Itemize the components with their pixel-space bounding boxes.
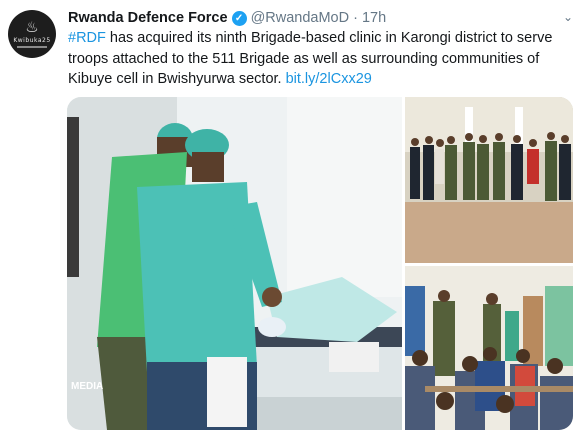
photo-group-officials[interactable] [405,97,573,263]
photo-clinic-treatment[interactable]: MEDIA [67,97,402,430]
tweet-header: Rwanda Defence Force ✓ @RwandaMoD · 17h … [68,8,576,28]
hashtag-link[interactable]: #RDF [68,30,106,46]
author-avatar[interactable]: ♨ Kwibuka25 [8,10,56,58]
separator-dot: · [353,10,358,26]
author-name[interactable]: Rwanda Defence Force [68,10,228,26]
photo-audience-seated[interactable] [405,266,573,430]
avatar-divider [17,45,47,48]
tweet-timestamp[interactable]: 17h [362,10,386,26]
avatar-label: Kwibuka25 [13,36,51,44]
tweet-text: #RDF has acquired its ninth Brigade-base… [68,28,573,90]
photo-watermark: MEDIA [71,381,103,392]
flame-icon: ♨ [25,18,39,36]
url-link[interactable]: bit.ly/2lCxx29 [286,71,372,87]
verified-badge-icon: ✓ [231,10,247,26]
author-handle[interactable]: @RwandaMoD [251,10,350,26]
chevron-down-icon[interactable]: ⌄ [560,10,576,26]
media-grid: MEDIA [67,97,573,430]
tweet[interactable]: ♨ Kwibuka25 Rwanda Defence Force ✓ @Rwan… [0,0,584,434]
